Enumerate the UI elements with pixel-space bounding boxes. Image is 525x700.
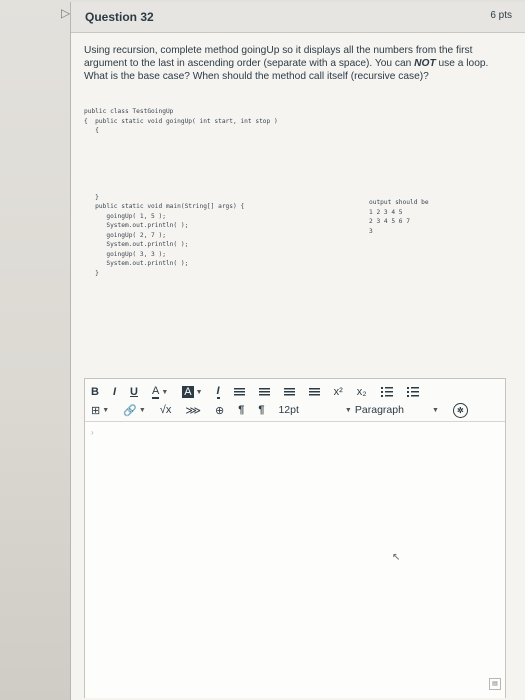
code-line: goingUp( 3, 3 );	[84, 250, 166, 258]
embed-button[interactable]: ⋙	[185, 404, 201, 417]
chevron-right-icon[interactable]: ▷	[61, 6, 77, 22]
superscript-button[interactable]: x²	[334, 386, 343, 398]
align-left-icon	[233, 387, 245, 397]
align-right-button[interactable]	[283, 387, 295, 397]
highlight-color-button[interactable]: A ▼	[182, 386, 203, 398]
justify-icon	[308, 387, 320, 397]
mouse-pointer-icon: ↖	[392, 552, 401, 563]
bullet-list-icon	[406, 387, 419, 397]
chevron-down-icon: ▼	[102, 406, 110, 414]
paragraph-select[interactable]: ▼ Paragraph	[343, 404, 404, 416]
output-line: 1 2 3 4 5	[369, 208, 403, 216]
output-line: output should be	[369, 199, 429, 206]
font-color-button[interactable]: A ▼	[151, 384, 169, 399]
question-header: ▷ Question 32 6 pts	[61, 2, 525, 33]
code-line: }	[84, 269, 99, 277]
chevron-down-icon: ▼	[431, 406, 439, 414]
expected-output: output should be 1 2 3 4 5 2 3 4 5 6 7 3	[369, 198, 429, 236]
chevron-down-icon: ▼	[161, 388, 169, 396]
clear-formatting-button[interactable]: I	[216, 384, 220, 399]
code-listing: public class TestGoingUp { public static …	[84, 107, 414, 278]
question-points: 6 pts	[490, 10, 512, 21]
chevron-down-icon: ▼	[138, 406, 146, 414]
code-line: public static void main(String[] args) {	[84, 203, 245, 210]
editor-toolbar-row-2: ⊞ ▼ 🔗 ▼ √x ⋙ ⊕ ¶ ¶ 12pt ▼ Paragraph ▼ ✲	[91, 401, 482, 419]
code-line: System.out.println( );	[84, 241, 189, 248]
accessibility-checker-button[interactable]: ✲	[452, 402, 468, 418]
subscript-button[interactable]: x₂	[357, 386, 367, 398]
question-card: ▷ Question 32 6 pts Using recursion, com…	[61, 2, 525, 700]
highlight-icon: A	[182, 386, 194, 398]
font-color-icon: A	[151, 384, 160, 399]
bullet-list-button[interactable]	[406, 387, 419, 397]
insert-table-button[interactable]: ⊞ ▼	[91, 404, 109, 417]
table-icon: ⊞	[91, 404, 101, 417]
question-title: Question 32	[85, 10, 154, 24]
paragraph-chevron[interactable]: ▼	[430, 407, 439, 414]
justify-button[interactable]	[308, 387, 320, 397]
numbered-list-button[interactable]	[380, 387, 393, 397]
clear-format-icon: I	[216, 384, 220, 399]
underline-button[interactable]: U	[130, 386, 138, 398]
paragraph-value: Paragraph	[354, 404, 404, 416]
math-equation-button[interactable]: √x	[160, 404, 172, 416]
bold-button[interactable]: B	[91, 386, 99, 398]
code-line: goingUp( 1, 5 );	[84, 212, 166, 220]
font-size-value: 12pt	[278, 404, 299, 416]
editor-caret-marker: ›	[91, 428, 94, 437]
align-left-button[interactable]	[233, 387, 245, 397]
align-right-icon	[283, 387, 295, 397]
question-prompt: Using recursion, complete method goingUp…	[84, 44, 504, 83]
italic-button[interactable]: I	[113, 386, 116, 398]
code-line: goingUp( 2, 7 );	[84, 231, 166, 239]
rtl-button[interactable]: ¶	[258, 404, 264, 416]
code-line: System.out.println( );	[84, 222, 189, 229]
chevron-down-icon: ▼	[344, 406, 352, 414]
editor-toolbar-row-1: B I U A ▼ A ▼ I x² x₂	[91, 383, 433, 401]
font-size-select[interactable]: 12pt	[278, 404, 298, 416]
code-line: System.out.println( );	[84, 260, 189, 267]
prompt-emphasis: NOT	[414, 58, 436, 69]
ltr-button[interactable]: ¶	[238, 404, 244, 416]
output-line: 2 3 4 5 6 7	[369, 218, 410, 225]
code-line: { public static void goingUp( int start,…	[84, 117, 278, 125]
link-icon: 🔗	[123, 404, 137, 417]
resize-handle-icon[interactable]: ▤	[489, 678, 501, 690]
output-line: 3	[369, 227, 373, 235]
chevron-down-icon: ▼	[195, 388, 203, 396]
numbered-list-icon	[380, 387, 393, 397]
align-center-button[interactable]	[258, 387, 270, 397]
rich-text-editor: B I U A ▼ A ▼ I x² x₂ ⊞ ▼ 🔗 ▼ √x ⋙ ⊕ ¶ ¶ 12p…	[84, 378, 506, 698]
code-line: {	[84, 127, 99, 134]
accessibility-icon: ✲	[452, 402, 468, 418]
code-line: public class TestGoingUp	[84, 108, 174, 115]
editor-text-area[interactable]: › ↖ ▤	[85, 421, 505, 698]
media-button[interactable]: ⊕	[215, 404, 224, 417]
insert-link-button[interactable]: 🔗 ▼	[123, 404, 146, 417]
code-line: }	[84, 193, 99, 201]
align-center-icon	[258, 387, 270, 397]
